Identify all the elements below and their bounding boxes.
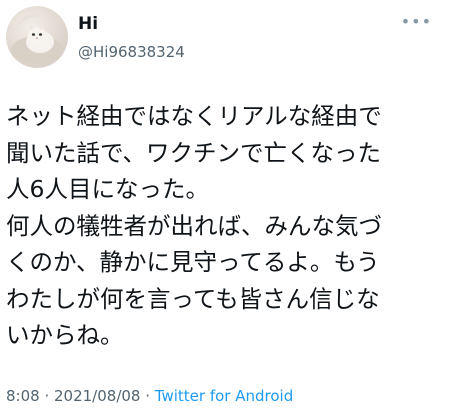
tweet-time[interactable]: 8:08 [6, 387, 40, 405]
meta-separator: · [140, 387, 155, 405]
meta-separator: · [39, 387, 54, 405]
tweet-card: Hi @Hi96838324 ••• ネット経由ではなくリアルな経由で 聞いた話… [0, 0, 450, 420]
cat-photo-icon [11, 14, 63, 64]
user-handle[interactable]: @Hi96838324 [78, 43, 185, 61]
display-name[interactable]: Hi [78, 14, 98, 34]
tweet-metadata: 8:08 · 2021/08/08 · Twitter for Android [6, 387, 293, 405]
more-options-icon[interactable]: ••• [401, 14, 432, 30]
avatar[interactable] [6, 6, 68, 68]
tweet-date[interactable]: 2021/08/08 [54, 387, 140, 405]
tweet-text: ネット経由ではなくリアルな経由で 聞いた話で、ワクチンで亡くなった 人6人目にな… [6, 102, 382, 349]
tweet-source-link[interactable]: Twitter for Android [155, 387, 293, 405]
